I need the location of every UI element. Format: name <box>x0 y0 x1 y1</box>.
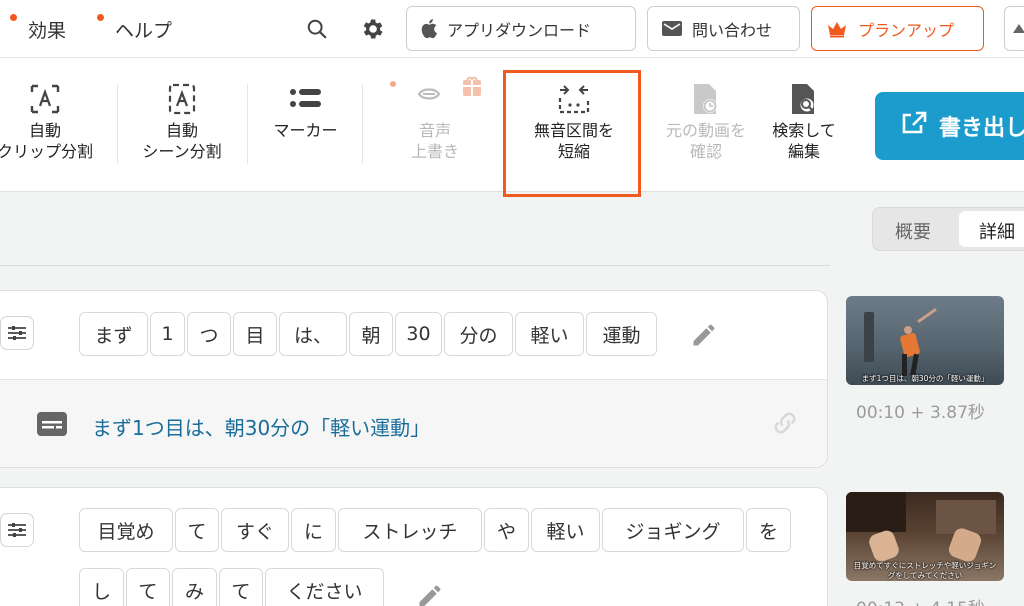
thumbnail-caption: グをしてみてください <box>887 571 963 580</box>
voice-overwrite-button[interactable]: 音声 上書き <box>385 76 485 162</box>
caret-up-icon <box>1013 24 1024 33</box>
word-chip[interactable]: や <box>484 508 529 552</box>
word-chip[interactable]: 軽い <box>531 508 600 552</box>
thumbnail-caption: まず1つ目は、朝30分の「軽い運動」 <box>861 374 989 383</box>
divider <box>117 84 118 164</box>
tool-label: 確認 <box>689 142 722 161</box>
view-toggle: 概要 詳細 <box>872 207 1024 251</box>
subtitle-icon <box>37 412 67 440</box>
auto-clip-split-button[interactable]: 自動 クリップ分割 <box>0 82 95 162</box>
export-icon <box>901 111 927 141</box>
search-edit-button[interactable]: 検索して 編集 <box>758 82 850 162</box>
crown-icon <box>826 20 848 38</box>
video-thumbnail[interactable]: まず1つ目は、朝30分の「軽い運動」 <box>846 296 1004 385</box>
subtitle-text[interactable]: まず1つ目は、朝30分の「軽い運動」 <box>92 412 430 441</box>
clip-split-icon <box>0 82 95 120</box>
word-chip[interactable]: まず <box>79 312 148 356</box>
tool-label: 編集 <box>787 142 820 161</box>
toggle-detail[interactable]: 詳細 <box>979 218 1015 244</box>
menu-help[interactable]: ヘルプ <box>115 16 172 43</box>
voice-icon <box>385 76 485 120</box>
word-chip[interactable]: ジョギング <box>602 508 744 552</box>
toggle-summary[interactable]: 概要 <box>895 218 931 244</box>
word-chip[interactable]: 目 <box>233 312 277 356</box>
word-chip[interactable]: 1 <box>150 312 185 356</box>
divider <box>362 84 363 164</box>
word-chip[interactable]: 運動 <box>586 312 657 356</box>
gear-icon[interactable] <box>357 14 387 44</box>
notification-dot <box>97 14 104 21</box>
tool-label: マーカー <box>273 121 338 140</box>
word-chip[interactable]: し <box>79 568 124 606</box>
plan-up-label: プランアップ <box>858 20 955 40</box>
word-chip[interactable]: つ <box>187 312 231 356</box>
word-chip[interactable]: 分の <box>444 312 513 356</box>
document-clock-icon <box>656 82 756 120</box>
menu-effects[interactable]: 効果 <box>28 16 66 43</box>
tool-label: 上書き <box>410 142 459 161</box>
notification-dot <box>10 14 17 21</box>
word-chip[interactable]: 30 <box>395 312 442 356</box>
word-chip[interactable]: は、 <box>279 312 347 356</box>
word-chip[interactable]: み <box>172 568 217 606</box>
tool-label: クリップ分割 <box>0 142 93 161</box>
pencil-icon[interactable] <box>690 321 718 353</box>
top-bar: 効果 ヘルプ アプリダウンロード 問い合わせ プランアップ <box>0 0 1024 58</box>
word-chip[interactable]: ください <box>265 568 384 606</box>
check-original-button[interactable]: 元の動画を 確認 <box>656 82 756 162</box>
marker-button[interactable]: マーカー <box>258 82 353 141</box>
adjust-icon[interactable] <box>0 316 34 350</box>
tool-label: 自動 <box>165 121 198 140</box>
word-chip[interactable]: 目覚め <box>79 508 173 552</box>
video-thumbnail[interactable]: 目覚めてすぐにストレッチや軽いジョギン グをしてみてください <box>846 492 1004 581</box>
mail-icon <box>662 21 682 36</box>
link-icon[interactable] <box>770 408 800 442</box>
tool-label: 自動 <box>28 121 61 140</box>
plan-up-button[interactable]: プランアップ <box>811 6 984 51</box>
tool-label: シーン分割 <box>142 142 222 161</box>
apple-icon <box>421 19 437 38</box>
scene-split-icon <box>132 82 232 120</box>
marker-icon <box>258 82 353 120</box>
word-chip[interactable]: を <box>746 508 791 552</box>
document-search-icon <box>758 82 850 120</box>
contact-button[interactable]: 問い合わせ <box>647 6 800 51</box>
export-label: 書き出し <box>939 116 1024 141</box>
pencil-icon[interactable] <box>416 582 444 606</box>
export-button[interactable]: 書き出し <box>875 92 1024 160</box>
segment-time: 00:13 + 4.15秒 <box>856 594 985 606</box>
word-chip[interactable]: に <box>291 508 336 552</box>
word-chip[interactable]: 軽い <box>515 312 584 356</box>
search-icon[interactable] <box>302 14 332 44</box>
tool-label: 検索して <box>772 121 836 140</box>
word-chip[interactable]: ストレッチ <box>338 508 482 552</box>
adjust-icon[interactable] <box>0 513 34 547</box>
segment-time: 00:10 + 3.87秒 <box>856 403 985 423</box>
word-chip[interactable]: 朝 <box>349 312 393 356</box>
highlight-frame <box>503 70 641 197</box>
app-download-button[interactable]: アプリダウンロード <box>406 6 636 51</box>
contact-label: 問い合わせ <box>692 20 773 40</box>
word-chip[interactable]: すぐ <box>221 508 289 552</box>
tool-label: 音声 <box>418 121 451 140</box>
word-chip[interactable]: て <box>175 508 219 552</box>
auto-scene-split-button[interactable]: 自動 シーン分割 <box>132 82 232 162</box>
collapse-button[interactable] <box>1004 6 1024 51</box>
app-download-label: アプリダウンロード <box>447 20 592 40</box>
word-chip[interactable]: て <box>126 568 170 606</box>
divider <box>0 265 830 266</box>
word-chip[interactable]: て <box>219 568 263 606</box>
divider <box>247 84 248 164</box>
tool-label: 元の動画を <box>665 121 746 140</box>
